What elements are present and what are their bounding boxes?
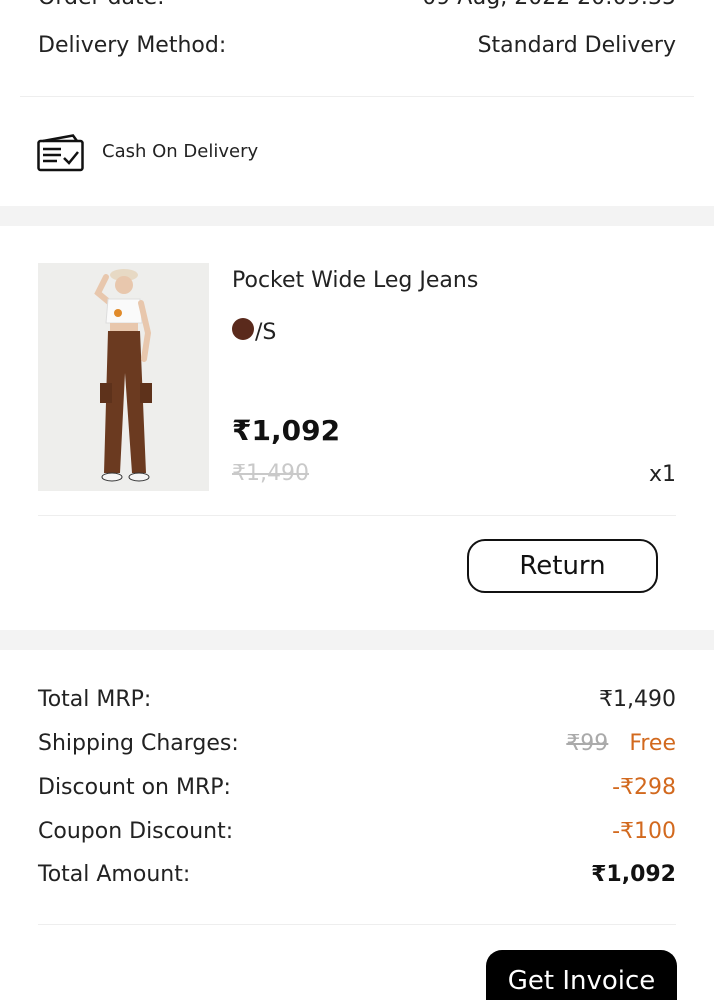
discount-on-mrp-value: -₹298	[612, 775, 676, 800]
total-amount-label: Total Amount:	[38, 862, 191, 887]
delivery-method-label: Delivery Method:	[38, 33, 227, 58]
total-amount-value: ₹1,092	[591, 862, 676, 887]
total-mrp-label: Total MRP:	[38, 687, 152, 712]
product-name[interactable]: Pocket Wide Leg Jeans	[232, 268, 478, 293]
divider	[20, 96, 694, 97]
return-button[interactable]: Return	[467, 539, 658, 593]
product-quantity: x1	[648, 462, 676, 487]
product-price: ₹1,092	[232, 414, 341, 447]
total-mrp-value: ₹1,490	[599, 687, 676, 712]
product-original-price: ₹1,490	[232, 461, 309, 486]
payment-method: Cash On Delivery	[102, 141, 259, 162]
shipping-original-value: ₹99	[566, 731, 609, 756]
shipping-charges-value: ₹99 Free	[566, 730, 676, 758]
shipping-free-value: Free	[629, 731, 676, 756]
order-date-label: Order date:	[38, 0, 165, 12]
color-swatch	[232, 318, 254, 340]
coupon-discount-value: -₹100	[612, 819, 676, 844]
get-invoice-button[interactable]: Get Invoice	[486, 950, 677, 1000]
section-separator	[0, 206, 714, 226]
cash-card-icon	[37, 134, 85, 172]
delivery-method-value: Standard Delivery	[477, 33, 676, 58]
order-date-value: 09 Aug, 2022 20:09:35	[422, 0, 676, 12]
product-image[interactable]	[38, 263, 209, 491]
divider	[38, 924, 676, 925]
divider	[38, 515, 676, 516]
product-size: /S	[255, 320, 277, 345]
discount-on-mrp-label: Discount on MRP:	[38, 775, 231, 800]
shipping-charges-label: Shipping Charges:	[38, 731, 239, 756]
coupon-discount-label: Coupon Discount:	[38, 819, 234, 844]
section-separator	[0, 630, 714, 650]
